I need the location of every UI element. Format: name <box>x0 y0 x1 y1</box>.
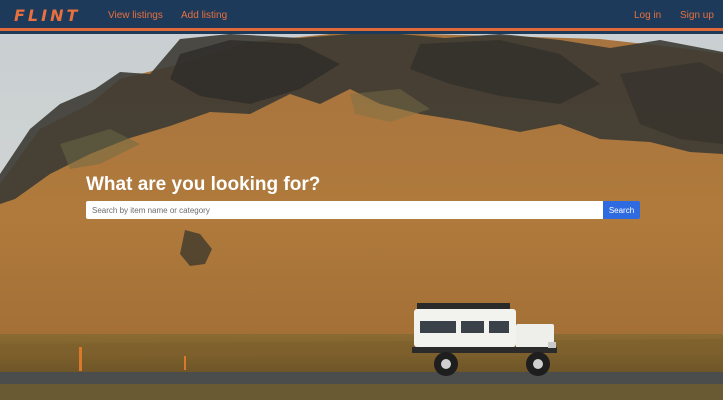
hero-section: What are you looking for? Search <box>0 34 723 400</box>
search-button[interactable]: Search <box>603 201 640 219</box>
nav-log-in-link[interactable]: Log in <box>634 10 661 21</box>
nav-view-listings-link[interactable]: View listings <box>108 10 163 21</box>
brand-logo[interactable]: FLINT <box>14 6 80 25</box>
nav-add-listing-link[interactable]: Add listing <box>181 10 227 21</box>
top-navbar: FLINT View listings Add listing Log in S… <box>0 0 723 31</box>
nav-sign-up-link[interactable]: Sign up <box>680 10 714 21</box>
hero-title: What are you looking for? <box>86 174 321 195</box>
search-input[interactable] <box>86 201 603 219</box>
